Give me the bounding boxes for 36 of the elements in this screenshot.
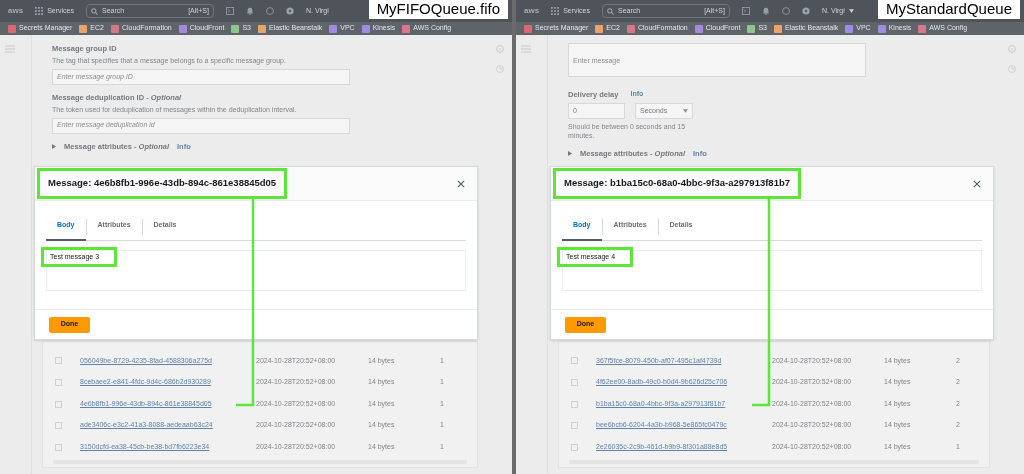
row-checkbox[interactable] (571, 357, 578, 365)
search-icon (606, 7, 614, 15)
settings-icon[interactable] (285, 7, 294, 15)
dialog-title: Message: b1ba15c0-68a0-4bbc-9f3a-a297913f81b7 (553, 168, 802, 199)
terminal-icon[interactable] (741, 7, 750, 15)
close-icon[interactable] (457, 179, 465, 188)
caret-icon (683, 109, 688, 114)
row-checkbox[interactable] (55, 357, 62, 365)
row-checkbox[interactable] (571, 443, 578, 451)
terminal-icon[interactable] (225, 7, 234, 15)
info-icon[interactable] (1008, 45, 1016, 53)
row-checkbox[interactable] (571, 400, 578, 408)
expand-icon (52, 143, 56, 149)
search-icon (90, 7, 98, 15)
settings-icon[interactable] (801, 7, 810, 15)
close-icon[interactable] (973, 179, 981, 188)
grid-icon[interactable] (551, 7, 560, 15)
queue-name-label: MyStandardQueue (878, 0, 1020, 19)
info-icon[interactable] (496, 45, 504, 53)
logo[interactable]: aws (8, 5, 24, 17)
clock-icon[interactable] (496, 65, 504, 73)
grid-icon[interactable] (35, 7, 44, 15)
row-checkbox[interactable] (55, 422, 62, 430)
bell-icon[interactable] (245, 7, 254, 15)
row-checkbox[interactable] (55, 400, 62, 408)
caret-icon (848, 9, 854, 13)
bell-icon[interactable] (761, 7, 770, 15)
queue-name-label: MyFIFOQueue.fifo (368, 0, 508, 19)
dialog-title: Message: 4e6b8fb1-996e-43db-894c-861e38845d05 (37, 168, 288, 199)
row-checkbox[interactable] (571, 378, 578, 386)
row-checkbox[interactable] (55, 378, 62, 386)
logo[interactable]: aws (524, 5, 540, 17)
expand-icon (568, 151, 572, 157)
row-checkbox[interactable] (55, 443, 62, 451)
row-checkbox[interactable] (571, 422, 578, 430)
clock-icon[interactable] (1008, 65, 1016, 73)
